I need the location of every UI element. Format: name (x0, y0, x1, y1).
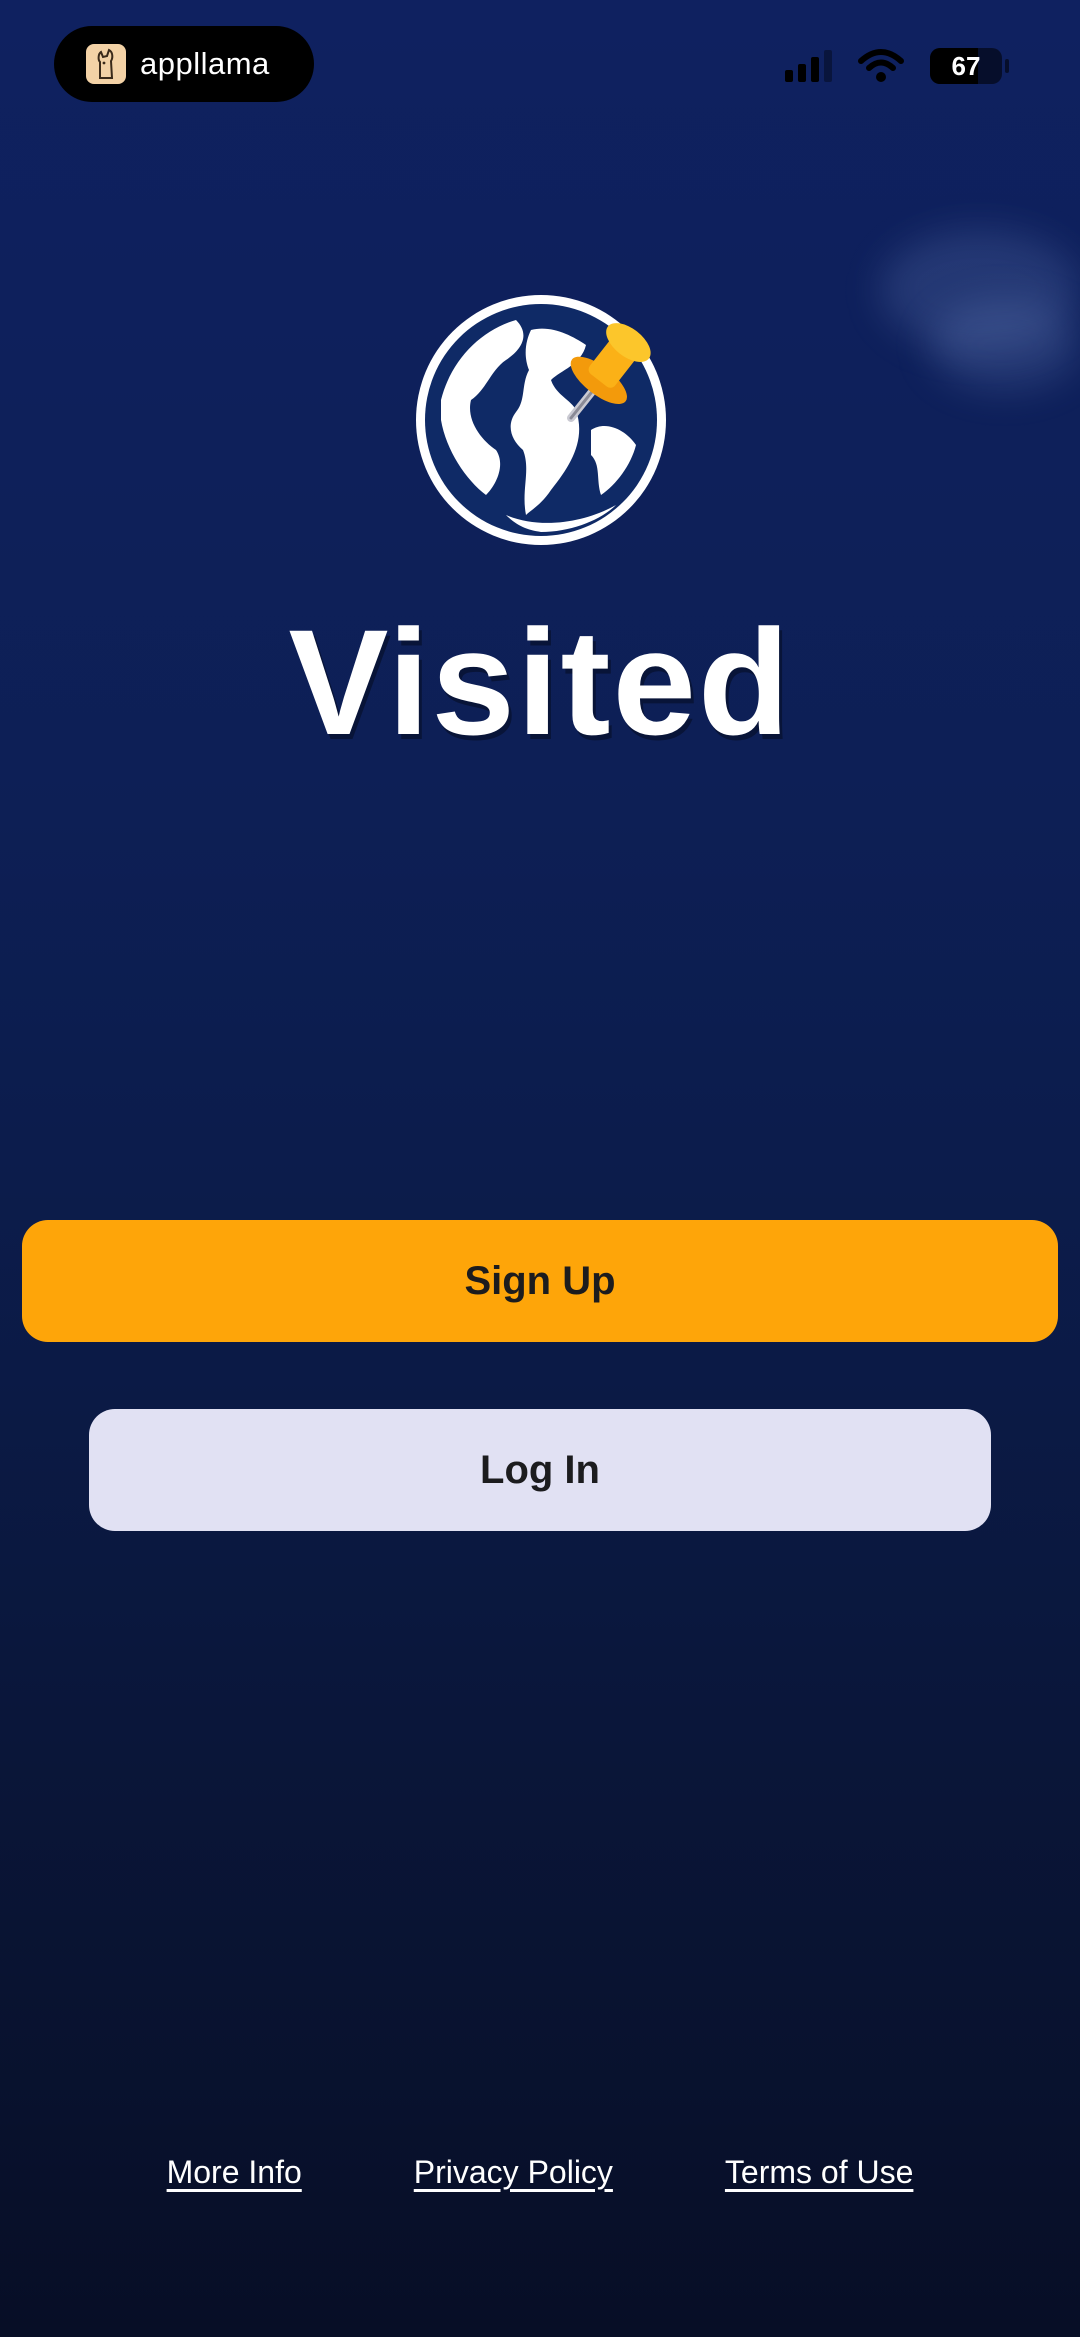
llama-icon (86, 44, 126, 84)
status-indicators: 67 (785, 48, 1009, 84)
battery-icon: 67 (930, 48, 1009, 84)
battery-level: 67 (951, 50, 981, 81)
wifi-icon (858, 49, 904, 82)
sign-up-button[interactable]: Sign Up (22, 1220, 1058, 1342)
more-info-link[interactable]: More Info (167, 2154, 302, 2191)
background-cloud (930, 300, 1080, 390)
cellular-signal-icon (785, 50, 832, 82)
terms-of-use-link[interactable]: Terms of Use (725, 2154, 913, 2191)
app-badge: appllama (54, 26, 314, 102)
footer-links: More Info Privacy Policy Terms of Use (0, 2154, 1080, 2191)
globe-pin-icon (411, 290, 671, 550)
app-badge-label: appllama (140, 46, 270, 81)
app-title: Visited (288, 598, 792, 766)
log-in-button[interactable]: Log In (89, 1409, 991, 1531)
privacy-policy-link[interactable]: Privacy Policy (414, 2154, 613, 2191)
